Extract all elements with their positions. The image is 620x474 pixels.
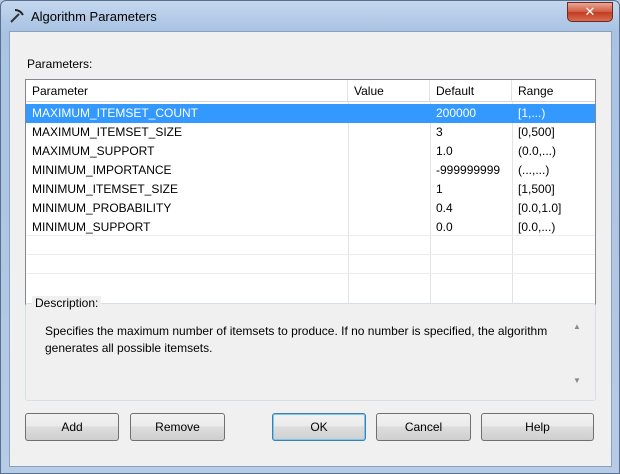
description-textbox[interactable]: Specifies the maximum number of itemsets… — [27, 317, 594, 400]
cancel-button-label: Cancel — [404, 420, 443, 434]
dialog-client-area: Parameters: Parameter Value Default Rang… — [9, 31, 612, 467]
cell-default: 0.0 — [436, 220, 453, 234]
cell-default: -999999999 — [436, 163, 501, 177]
table-row[interactable]: MINIMUM_IMPORTANCE -999999999 (...,...) — [26, 161, 595, 180]
cell-range: [0.0,1.0] — [518, 201, 562, 215]
scroll-down-icon[interactable]: ▼ — [572, 376, 582, 385]
window-title: Algorithm Parameters — [31, 9, 157, 24]
table-row[interactable]: MAXIMUM_SUPPORT 1.0 (0.0,...) — [26, 142, 595, 161]
cell-parameter: MINIMUM_IMPORTANCE — [32, 163, 172, 177]
algorithm-parameters-dialog: Algorithm Parameters ✕ Parameters: Param… — [0, 0, 620, 474]
cell-default: 1.0 — [436, 144, 453, 158]
cell-parameter: MAXIMUM_SUPPORT — [32, 144, 155, 158]
title-bar[interactable]: Algorithm Parameters ✕ — [1, 1, 619, 31]
description-label: Description: — [32, 296, 102, 310]
cell-default: 3 — [436, 125, 443, 139]
close-button[interactable]: ✕ — [567, 2, 613, 22]
help-button[interactable]: Help — [481, 413, 594, 441]
table-row[interactable]: MAXIMUM_ITEMSET_SIZE 3 [0,500] — [26, 123, 595, 142]
grid-header: Parameter Value Default Range — [26, 80, 595, 102]
cell-parameter: MINIMUM_SUPPORT — [32, 220, 151, 234]
cell-range: [1,...) — [518, 106, 546, 120]
cell-parameter: MAXIMUM_ITEMSET_SIZE — [32, 125, 183, 139]
column-header-value[interactable]: Value — [348, 80, 430, 102]
scroll-up-icon[interactable]: ▲ — [572, 322, 582, 331]
cell-default: 200000 — [436, 106, 477, 120]
parameters-grid[interactable]: Parameter Value Default Range MAXIMUM_IT… — [25, 79, 596, 308]
table-row[interactable]: MINIMUM_PROBABILITY 0.4 [0.0,1.0] — [26, 199, 595, 218]
column-header-default[interactable]: Default — [430, 80, 512, 102]
cell-range: (...,...) — [518, 163, 550, 177]
description-group: Description: Specifies the maximum numbe… — [25, 296, 596, 401]
cell-range: [1,500] — [518, 182, 555, 196]
row-divider — [26, 254, 595, 255]
add-button[interactable]: Add — [25, 413, 119, 441]
column-header-parameter[interactable]: Parameter — [26, 80, 348, 102]
cell-parameter: MINIMUM_ITEMSET_SIZE — [32, 182, 179, 196]
cell-parameter: MAXIMUM_ITEMSET_COUNT — [32, 106, 199, 120]
remove-button-label: Remove — [155, 420, 200, 434]
help-button-label: Help — [525, 420, 550, 434]
cell-value[interactable] — [348, 104, 430, 123]
cell-value[interactable] — [348, 123, 430, 142]
table-row[interactable]: MINIMUM_SUPPORT 0.0 [0.0,...) — [26, 218, 595, 237]
ok-button-label: OK — [310, 420, 328, 434]
parameters-label: Parameters: — [27, 57, 93, 71]
table-row[interactable]: MINIMUM_ITEMSET_SIZE 1 [1,500] — [26, 180, 595, 199]
remove-button[interactable]: Remove — [130, 413, 225, 441]
cell-value[interactable] — [348, 218, 430, 237]
cell-range: (0.0,...) — [518, 144, 557, 158]
add-button-label: Add — [61, 420, 83, 434]
cell-default: 0.4 — [436, 201, 453, 215]
pickaxe-icon — [10, 9, 24, 23]
cancel-button[interactable]: Cancel — [376, 413, 471, 441]
cell-range: [0,500] — [518, 125, 555, 139]
description-text: Specifies the maximum number of itemsets… — [45, 324, 548, 355]
cell-parameter: MINIMUM_PROBABILITY — [32, 201, 172, 215]
table-row[interactable]: MAXIMUM_ITEMSET_COUNT 200000 [1,...) — [26, 104, 595, 123]
cell-value[interactable] — [348, 142, 430, 161]
column-header-range[interactable]: Range — [512, 80, 595, 102]
cell-range: [0.0,...) — [518, 220, 556, 234]
cell-value[interactable] — [348, 199, 430, 218]
row-divider — [26, 273, 595, 274]
cell-default: 1 — [436, 182, 443, 196]
cell-value[interactable] — [348, 161, 430, 180]
ok-button[interactable]: OK — [272, 413, 366, 441]
cell-value[interactable] — [348, 180, 430, 199]
